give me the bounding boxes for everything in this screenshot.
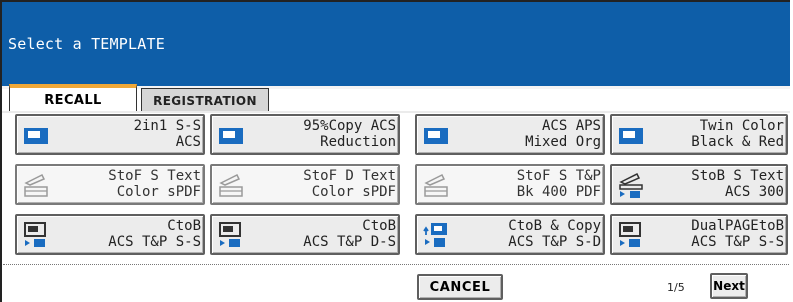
template-label: StoB S Text ACS 300 bbox=[691, 168, 784, 200]
copy-to-box-icon bbox=[22, 221, 50, 249]
template-label-line2: Color sPDF bbox=[311, 184, 396, 200]
cancel-button[interactable]: CANCEL bbox=[417, 274, 503, 300]
template-label: CtoB ACS T&P D-S bbox=[303, 218, 396, 250]
template-label-line2: ACS T&P S-S bbox=[691, 234, 784, 250]
template-button[interactable]: CtoB ACS T&P S-S bbox=[15, 214, 205, 255]
page-indicator: 1/5 bbox=[667, 281, 685, 294]
template-label-line1: StoF S T&P bbox=[516, 168, 601, 184]
template-label-line2: ACS bbox=[175, 134, 201, 150]
template-label-line2: Color sPDF bbox=[116, 184, 201, 200]
template-label-line1: DualPAGEtoB bbox=[691, 218, 784, 234]
template-label-line2: ACS T&P S-S bbox=[108, 234, 201, 250]
template-button[interactable]: ACS APS Mixed Org bbox=[415, 114, 605, 155]
template-label-line2: Mixed Org bbox=[525, 134, 601, 150]
template-label-line2: ACS T&P D-S bbox=[303, 234, 396, 250]
template-label-line1: 2in1 S-S bbox=[133, 118, 201, 134]
template-label-line2: Bk 400 PDF bbox=[516, 184, 601, 200]
template-button[interactable]: 95%Copy ACS Reduction bbox=[210, 114, 400, 155]
template-label-line1: StoB S Text bbox=[691, 168, 784, 184]
template-button[interactable]: StoF S Text Color sPDF bbox=[15, 164, 205, 205]
template-label-line2: Reduction bbox=[320, 134, 396, 150]
template-button[interactable]: StoF D Text Color sPDF bbox=[210, 164, 400, 205]
template-label: StoF S T&P Bk 400 PDF bbox=[517, 168, 601, 200]
template-label-line1: CtoB bbox=[167, 218, 201, 234]
copy-icon bbox=[617, 121, 645, 149]
tab-registration[interactable]: REGISTRATION bbox=[141, 88, 269, 112]
template-button[interactable]: DualPAGEtoB ACS T&P S-S bbox=[610, 214, 788, 255]
template-button[interactable]: Twin Color Black & Red bbox=[610, 114, 788, 155]
template-button[interactable]: CtoB & Copy ACS T&P S-D bbox=[415, 214, 605, 255]
template-label: 2in1 S-S ACS bbox=[134, 118, 201, 150]
footer-divider bbox=[3, 264, 789, 265]
template-label: ACS APS Mixed Org bbox=[525, 118, 601, 150]
copy-icon bbox=[217, 121, 245, 149]
copy-icon bbox=[22, 121, 50, 149]
template-label: 95%Copy ACS Reduction bbox=[303, 118, 396, 150]
scan-to-file-icon bbox=[22, 171, 50, 199]
template-button[interactable]: CtoB ACS T&P D-S bbox=[210, 214, 400, 255]
next-button[interactable]: Next bbox=[710, 273, 748, 299]
template-label: CtoB & Copy ACS T&P S-D bbox=[508, 218, 601, 250]
page-title: Select a TEMPLATE bbox=[8, 35, 165, 53]
template-button[interactable]: 2in1 S-S ACS bbox=[15, 114, 205, 155]
template-label: DualPAGEtoB ACS T&P S-S bbox=[691, 218, 784, 250]
copy-and-box-icon bbox=[422, 221, 450, 249]
title-bar: Select a TEMPLATE bbox=[2, 2, 790, 89]
template-label-line1: ACS APS bbox=[541, 118, 601, 134]
scan-to-file-icon bbox=[217, 171, 245, 199]
template-label: StoF S Text Color sPDF bbox=[108, 168, 201, 200]
template-label: CtoB ACS T&P S-S bbox=[108, 218, 201, 250]
template-label-line1: 95%Copy ACS bbox=[303, 118, 396, 134]
template-button[interactable]: StoF S T&P Bk 400 PDF bbox=[415, 164, 605, 205]
template-label-line1: StoF D Text bbox=[303, 168, 396, 184]
tab-recall[interactable]: RECALL bbox=[9, 84, 137, 112]
template-label-line1: CtoB bbox=[362, 218, 396, 234]
copy-to-box-icon bbox=[617, 221, 645, 249]
template-label-line1: Twin Color bbox=[699, 118, 784, 134]
scan-to-box-icon bbox=[617, 171, 645, 199]
template-label: Twin Color Black & Red bbox=[691, 118, 784, 150]
template-label-line1: StoF S Text bbox=[108, 168, 201, 184]
template-button[interactable]: StoB S Text ACS 300 bbox=[610, 164, 788, 205]
template-label-line1: CtoB & Copy bbox=[508, 218, 601, 234]
template-label: StoF D Text Color sPDF bbox=[303, 168, 396, 200]
tab-divider bbox=[2, 111, 790, 113]
copy-icon bbox=[422, 121, 450, 149]
scan-to-file-icon bbox=[422, 171, 450, 199]
template-label-line2: ACS T&P S-D bbox=[508, 234, 601, 250]
template-label-line2: ACS 300 bbox=[724, 184, 784, 200]
template-label-line2: Black & Red bbox=[691, 134, 784, 150]
copy-to-box-icon bbox=[217, 221, 245, 249]
